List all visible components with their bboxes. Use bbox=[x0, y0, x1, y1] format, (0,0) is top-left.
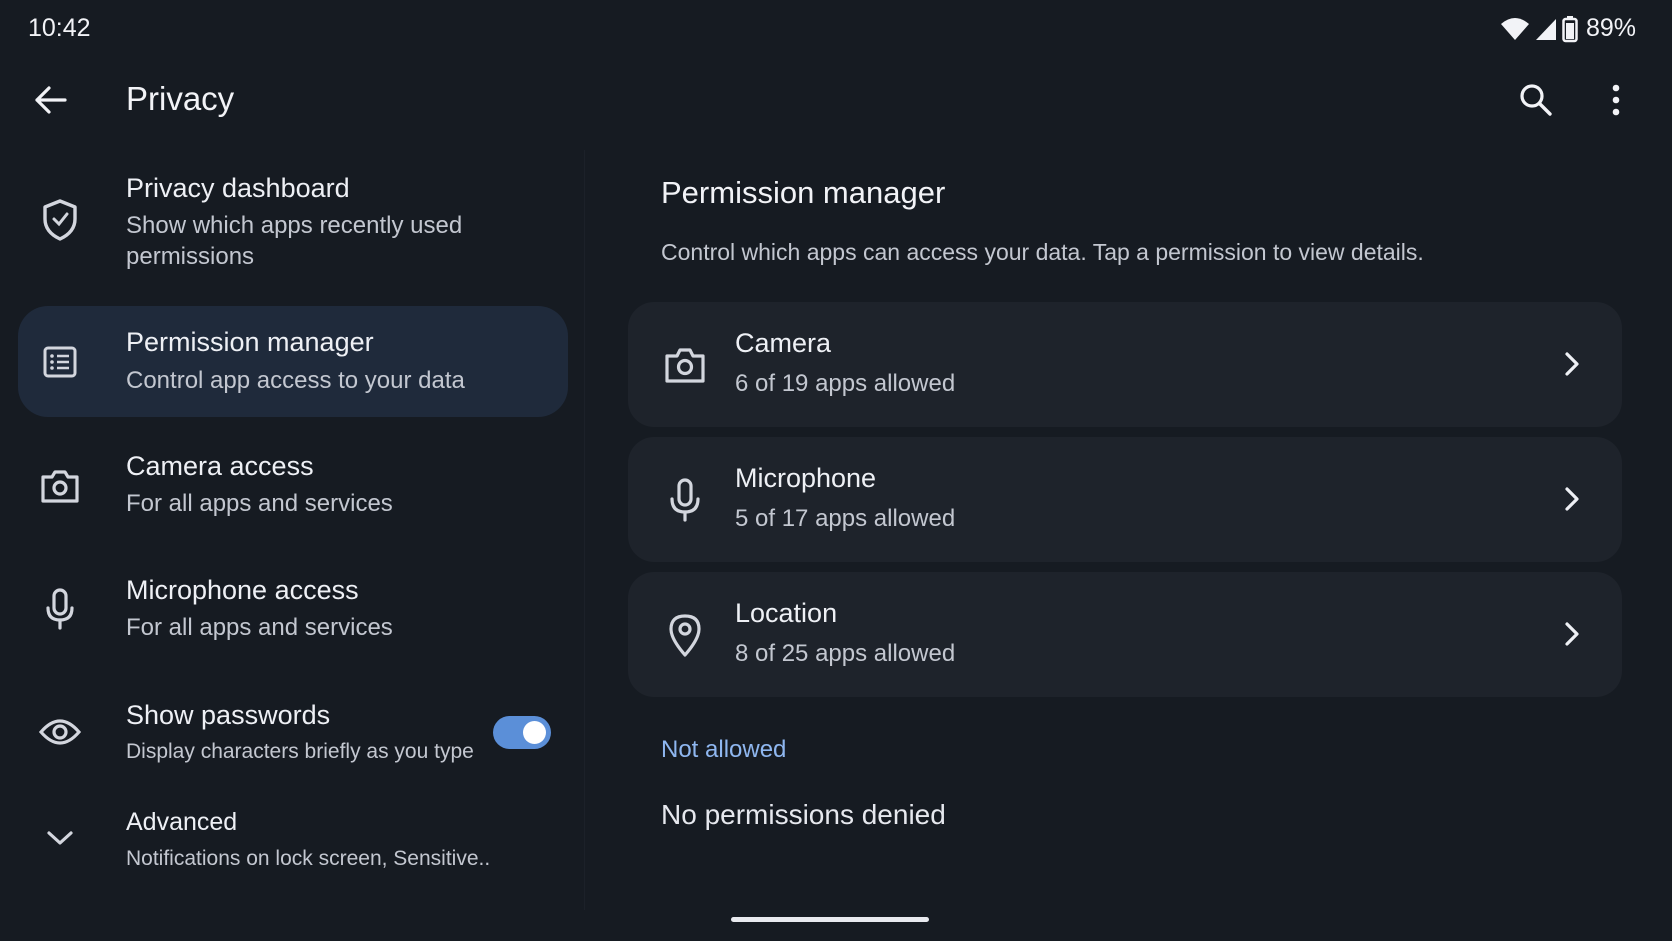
advanced-subtitle: Notifications on lock screen, Sensitive.… bbox=[126, 847, 491, 870]
pane-divider bbox=[584, 150, 585, 910]
chevron-right-icon bbox=[1552, 344, 1592, 384]
privacy-dashboard-item[interactable]: Privacy dashboard Show which apps recent… bbox=[18, 160, 568, 280]
microphone-permission-card[interactable]: Microphone 5 of 17 apps allowed bbox=[628, 437, 1622, 562]
microphone-permission-title: Microphone bbox=[735, 463, 877, 493]
camera-access-subtitle: For all apps and services bbox=[126, 490, 393, 517]
more-options-button[interactable] bbox=[1594, 78, 1638, 122]
no-permissions-denied-text: No permissions denied bbox=[661, 799, 946, 830]
camera-icon bbox=[36, 462, 84, 510]
camera-permission-title: Camera bbox=[735, 328, 832, 358]
search-icon bbox=[1520, 84, 1552, 116]
camera-icon bbox=[660, 340, 710, 390]
camera-access-item[interactable]: Camera access For all apps and services bbox=[18, 440, 568, 540]
privacy-dashboard-subtitle: Show which apps recently used permission… bbox=[126, 212, 463, 270]
camera-permission-card[interactable]: Camera 6 of 19 apps allowed bbox=[628, 302, 1622, 427]
microphone-permission-count: 5 of 17 apps allowed bbox=[735, 505, 956, 532]
wifi-icon bbox=[1500, 16, 1530, 42]
camera-permission-count: 6 of 19 apps allowed bbox=[735, 370, 956, 397]
permission-manager-subtitle: Control app access to your data bbox=[126, 367, 465, 394]
shield-icon bbox=[36, 196, 84, 244]
status-time: 10:42 bbox=[28, 14, 91, 42]
location-permission-count: 8 of 25 apps allowed bbox=[735, 640, 956, 667]
pane-description: Control which apps can access your data.… bbox=[661, 239, 1424, 265]
chevron-down-icon bbox=[36, 814, 84, 862]
cell-signal-icon bbox=[1534, 16, 1558, 42]
microphone-icon bbox=[660, 475, 710, 525]
microphone-access-title: Microphone access bbox=[126, 575, 359, 605]
gesture-nav-handle[interactable] bbox=[731, 917, 929, 922]
advanced-title: Advanced bbox=[126, 808, 238, 836]
more-vert-icon bbox=[1612, 84, 1620, 116]
camera-access-title: Camera access bbox=[126, 451, 314, 481]
status-icons: 89% bbox=[1500, 14, 1636, 43]
microphone-access-item[interactable]: Microphone access For all apps and servi… bbox=[18, 565, 568, 665]
show-passwords-subtitle: Display characters briefly as you type bbox=[126, 740, 474, 763]
show-passwords-title: Show passwords bbox=[126, 700, 331, 730]
arrow-back-icon bbox=[35, 86, 67, 114]
privacy-dashboard-title: Privacy dashboard bbox=[126, 173, 350, 203]
location-permission-title: Location bbox=[735, 598, 838, 628]
not-allowed-section-label: Not allowed bbox=[661, 736, 787, 763]
location-permission-card[interactable]: Location 8 of 25 apps allowed bbox=[628, 572, 1622, 697]
eye-icon bbox=[36, 708, 84, 756]
advanced-item[interactable]: Advanced Notifications on lock screen, S… bbox=[18, 800, 568, 880]
chevron-right-icon bbox=[1552, 614, 1592, 654]
battery-percentage: 89% bbox=[1585, 14, 1636, 42]
privacy-settings-screen: 10:42 89% Privacy Privacy dashboard Show… bbox=[0, 0, 1672, 941]
list-icon bbox=[36, 338, 84, 386]
permission-manager-item[interactable]: Permission manager Control app access to… bbox=[18, 306, 568, 417]
page-title: Privacy bbox=[126, 80, 235, 117]
permission-manager-title: Permission manager bbox=[126, 327, 374, 357]
microphone-access-subtitle: For all apps and services bbox=[126, 614, 393, 641]
chevron-right-icon bbox=[1552, 479, 1592, 519]
search-button[interactable] bbox=[1514, 78, 1558, 122]
location-pin-icon bbox=[660, 610, 710, 660]
battery-icon bbox=[1562, 15, 1578, 43]
toggle-knob bbox=[523, 721, 546, 744]
back-button[interactable] bbox=[28, 78, 72, 122]
show-passwords-item[interactable]: Show passwords Display characters briefl… bbox=[18, 690, 568, 790]
pane-title: Permission manager bbox=[661, 175, 946, 210]
microphone-icon bbox=[36, 585, 84, 633]
show-passwords-toggle[interactable] bbox=[493, 716, 551, 749]
